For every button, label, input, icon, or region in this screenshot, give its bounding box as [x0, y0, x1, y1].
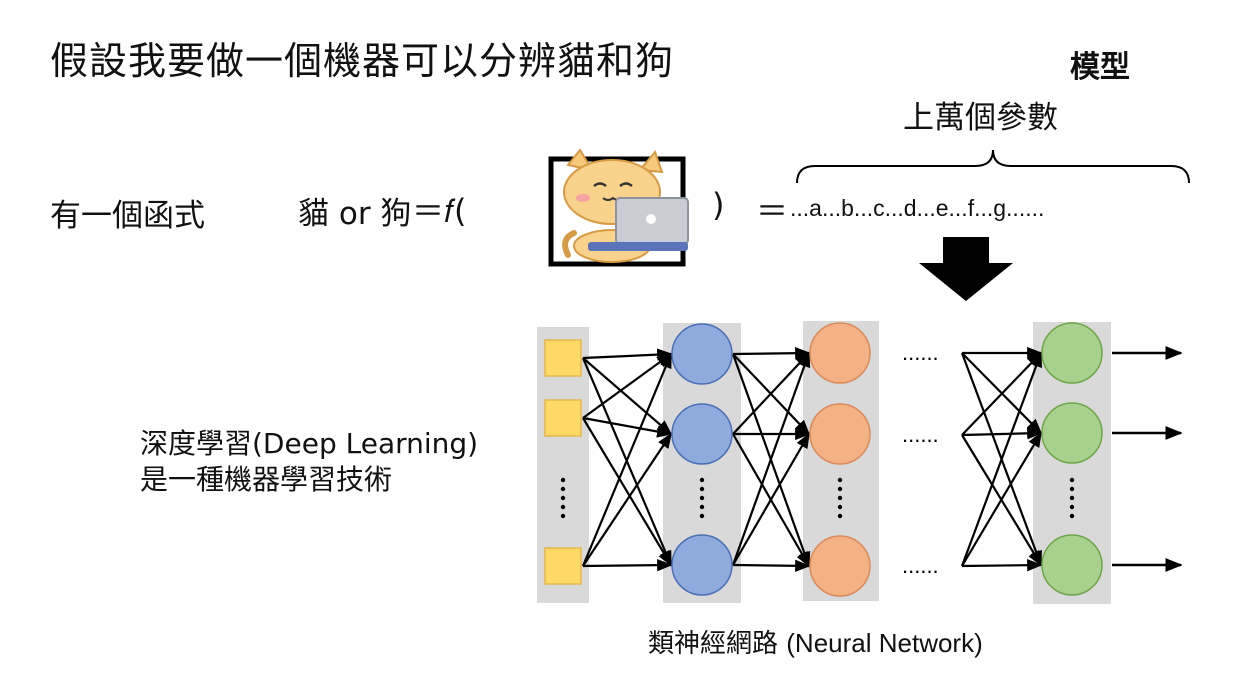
hidden-node-layer1 — [671, 534, 733, 596]
model-label: 模型 — [1070, 50, 1130, 85]
vertical-ellipsis-dot — [837, 504, 843, 510]
hidden-node-layer2 — [809, 403, 871, 465]
vertical-ellipsis-dot — [560, 513, 566, 519]
vertical-ellipsis-dot — [837, 486, 843, 492]
params-label: 上萬個參數 — [903, 100, 1058, 136]
vertical-ellipsis-dot — [699, 495, 705, 501]
vertical-ellipsis-dot — [560, 477, 566, 483]
vertical-ellipsis-dot — [560, 504, 566, 510]
function-label: 有一個函式 — [50, 198, 205, 234]
connection-arrow — [582, 417, 672, 567]
function-equals: ＝ — [756, 192, 789, 230]
connection-arrow — [582, 558, 673, 572]
caption-zh: 類神經網路 — [648, 629, 787, 659]
hidden-node-layer2 — [809, 535, 871, 597]
vertical-ellipsis-dot — [1069, 513, 1075, 519]
connection-arrow — [732, 559, 811, 572]
connection-arrow — [961, 427, 1043, 440]
parameters-expression: ...a...b...c...d...e...f...g...... — [790, 195, 1045, 221]
hidden-node-layer1 — [671, 323, 733, 385]
input-node — [544, 547, 582, 585]
output-node — [1041, 534, 1103, 596]
vertical-ellipsis-dot — [1069, 486, 1075, 492]
output-node — [1041, 402, 1103, 464]
hidden-node-layer1 — [671, 403, 733, 465]
deep-learning-description: 是一種機器學習技術 — [140, 463, 393, 496]
vertical-ellipsis-dot — [837, 477, 843, 483]
caption-en: (Neural Network) — [786, 628, 983, 658]
curly-brace-icon — [796, 149, 1190, 184]
vertical-ellipsis-dot — [837, 495, 843, 501]
vertical-ellipsis-dot — [699, 504, 705, 510]
layer-ellipsis: ...... — [902, 553, 939, 578]
function-equals-f: ＝𝑓( — [412, 192, 467, 230]
output-node — [1041, 322, 1103, 384]
big-down-arrow-icon — [919, 237, 1013, 301]
connection-arrow — [582, 432, 672, 567]
connection-arrow — [961, 559, 1043, 572]
neural-network-caption: 類神經網路 (Neural Network) — [648, 623, 983, 660]
vertical-ellipsis-dot — [699, 513, 705, 519]
vertical-ellipsis-dot — [699, 486, 705, 492]
function-close-paren: ) — [712, 186, 725, 224]
vertical-ellipsis-dot — [837, 513, 843, 519]
hidden-node-layer2 — [809, 322, 871, 384]
cat-with-laptop-icon — [548, 148, 689, 267]
connection-arrow — [732, 347, 811, 360]
input-node — [544, 339, 582, 377]
page-title: 假設我要做一個機器可以分辨貓和狗 — [50, 39, 675, 83]
deep-learning-title: 深度學習(Deep Learning) — [140, 427, 479, 460]
input-node — [544, 399, 582, 437]
layer-ellipsis: ...... — [902, 340, 939, 365]
network-nodes — [544, 322, 1103, 597]
vertical-ellipsis-dot — [560, 495, 566, 501]
vertical-ellipsis-dot — [1069, 477, 1075, 483]
connection-arrow — [582, 357, 673, 436]
vertical-ellipsis-dot — [560, 486, 566, 492]
vertical-ellipsis-dot — [1069, 495, 1075, 501]
vertical-ellipsis-dot — [699, 477, 705, 483]
function-output: 貓 or 狗 — [298, 196, 412, 232]
diagram-canvas: ...... ...... ...... — [537, 148, 1190, 604]
layer-ellipsis: ...... — [902, 422, 939, 447]
connection-arrow — [582, 348, 673, 361]
vertical-ellipsis-dot — [1069, 504, 1075, 510]
connection-arrow — [582, 416, 673, 438]
